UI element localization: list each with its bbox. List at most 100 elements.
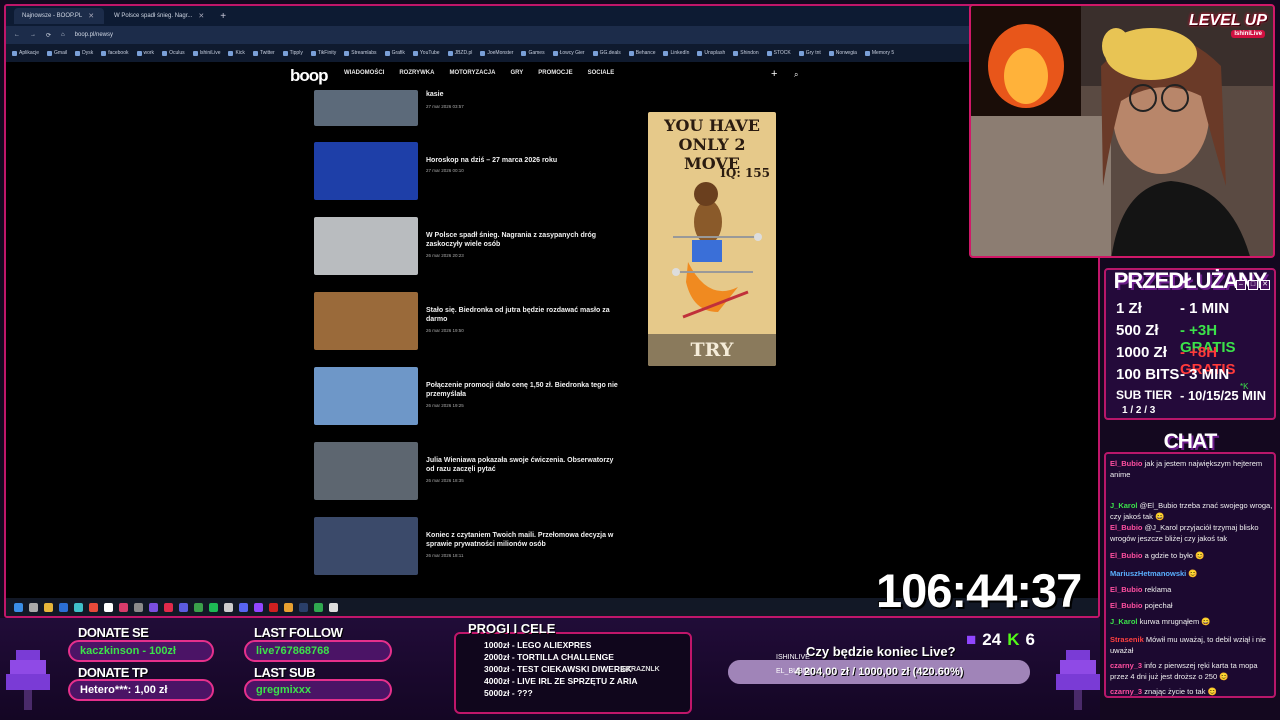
app-icon[interactable] bbox=[164, 602, 173, 612]
url-field[interactable]: boop.pl/newsy bbox=[75, 32, 113, 38]
bookmark-item[interactable]: YouTube bbox=[412, 50, 440, 56]
article-title[interactable]: kasie bbox=[426, 90, 622, 99]
folder-icon[interactable] bbox=[44, 602, 53, 612]
bookmark-item[interactable]: JBZD.pl bbox=[447, 50, 472, 56]
bookmark-item[interactable]: Gry tnt bbox=[798, 50, 821, 56]
steam-icon[interactable] bbox=[299, 602, 308, 612]
app-icon[interactable] bbox=[179, 602, 188, 612]
start-icon[interactable] bbox=[14, 602, 23, 612]
back-icon[interactable]: ← bbox=[14, 32, 20, 38]
bookmark-item[interactable]: Aplikacje bbox=[12, 50, 39, 56]
store-icon[interactable] bbox=[59, 602, 68, 612]
article-item[interactable]: Stało się. Biedronka od jutra będzie roz… bbox=[314, 292, 624, 352]
chat-username[interactable]: J_Karol bbox=[1110, 617, 1138, 626]
bookmark-item[interactable]: Behance bbox=[628, 50, 655, 56]
app-icon[interactable] bbox=[74, 602, 83, 612]
article-item[interactable]: kasie 27 mar 2026 03:57 bbox=[314, 90, 624, 150]
article-item[interactable]: Horoskop na dziś – 27 marca 2026 roku 27 … bbox=[314, 142, 624, 202]
browser-tab-2[interactable]: W Polsce spadł śnieg. Nagr... ✕ bbox=[106, 8, 212, 24]
article-item[interactable]: W Polsce spadł śnieg. Nagrania z zasypan… bbox=[314, 217, 624, 277]
chrome-icon[interactable] bbox=[284, 602, 293, 612]
article-title[interactable]: W Polsce spadł śnieg. Nagrania z zasypan… bbox=[426, 231, 622, 249]
article-title[interactable]: Horoskop na dziś – 27 marca 2026 roku bbox=[426, 156, 622, 165]
bookmark-item[interactable]: Unsplash bbox=[697, 50, 725, 56]
bookmark-item[interactable]: Dysk bbox=[75, 50, 93, 56]
article-thumbnail[interactable] bbox=[314, 517, 418, 575]
bookmark-item[interactable]: Oculus bbox=[162, 50, 185, 56]
close-icon[interactable]: ✕ bbox=[88, 12, 94, 20]
nav-item-motoryzacja[interactable]: MOTORYZACJA bbox=[449, 70, 495, 76]
chat-username[interactable]: Strasenik bbox=[1110, 635, 1144, 644]
forward-icon[interactable]: → bbox=[30, 32, 36, 38]
search-icon[interactable]: ⌕ bbox=[794, 70, 798, 80]
chat-username[interactable]: El_Bubio bbox=[1110, 601, 1143, 610]
home-icon[interactable]: ⌂ bbox=[61, 32, 65, 38]
chat-username[interactable]: MariuszHetmanowski bbox=[1110, 569, 1186, 578]
site-logo[interactable]: boop bbox=[290, 66, 329, 86]
app-icon[interactable] bbox=[269, 602, 278, 612]
search-icon[interactable] bbox=[29, 602, 38, 612]
bookmark-item[interactable]: STOCK bbox=[766, 50, 791, 56]
bookmark-item[interactable]: GG.deals bbox=[592, 50, 621, 56]
article-thumbnail[interactable] bbox=[314, 217, 418, 275]
twitch-icon[interactable] bbox=[254, 602, 263, 612]
bookmark-item[interactable]: Memory 5 bbox=[864, 50, 894, 56]
bookmark-item[interactable]: Tipply bbox=[282, 50, 303, 56]
ad-banner[interactable]: YOU HAVE ONLY 2 MOVE IQ: 155 TRY bbox=[648, 112, 776, 366]
bookmark-item[interactable]: LinkedIn bbox=[663, 50, 689, 56]
bookmark-item[interactable]: TikFinity bbox=[310, 50, 336, 56]
bookmark-item[interactable]: Streamlabs bbox=[344, 50, 377, 56]
bookmark-item[interactable]: IshiniLive bbox=[192, 50, 220, 56]
article-item[interactable]: Połączenie promocji dało cenę 1,50 zł. B… bbox=[314, 367, 624, 427]
bookmark-item[interactable]: Twitter bbox=[252, 50, 275, 56]
chat-username[interactable]: El_Bubio bbox=[1110, 551, 1143, 560]
app-icon[interactable] bbox=[134, 602, 143, 612]
app-icon[interactable] bbox=[89, 602, 98, 612]
nav-item-wiadomosci[interactable]: WIADOMOŚCI bbox=[344, 70, 384, 76]
app-icon[interactable] bbox=[314, 602, 323, 612]
app-icon[interactable] bbox=[224, 602, 233, 612]
app-icon[interactable] bbox=[104, 602, 113, 612]
nav-item-rozrywka[interactable]: ROZRYWKA bbox=[399, 70, 434, 76]
bookmark-item[interactable]: Łowcy Gier bbox=[552, 50, 585, 56]
article-thumbnail[interactable] bbox=[314, 292, 418, 350]
bookmark-item[interactable]: Kick bbox=[228, 50, 245, 56]
chat-username[interactable]: czarny_3 bbox=[1110, 687, 1142, 696]
article-thumbnail[interactable] bbox=[314, 90, 418, 126]
bookmark-item[interactable]: JoeMonster bbox=[480, 50, 513, 56]
article-title[interactable]: Koniec z czytaniem Twoich maili. Przełom… bbox=[426, 531, 622, 549]
chat-username[interactable]: El_Bubio bbox=[1110, 585, 1143, 594]
discord-icon[interactable] bbox=[239, 602, 248, 612]
chat-username[interactable]: El_Bubio bbox=[1110, 523, 1143, 532]
bookmark-item[interactable]: Games bbox=[521, 50, 545, 56]
article-title[interactable]: Julia Wieniawa pokazała swoje ćwiczenia.… bbox=[426, 456, 622, 474]
article-item[interactable]: Koniec z czytaniem Twoich maili. Przełom… bbox=[314, 517, 624, 577]
bookmark-item[interactable]: work bbox=[136, 50, 154, 56]
nav-item-gry[interactable]: GRY bbox=[510, 70, 523, 76]
ad-cta-button[interactable]: TRY bbox=[648, 334, 776, 366]
article-thumbnail[interactable] bbox=[314, 442, 418, 500]
article-thumbnail[interactable] bbox=[314, 142, 418, 200]
close-icon[interactable]: ✕ bbox=[198, 12, 204, 20]
chat-username[interactable]: czarny_3 bbox=[1110, 661, 1142, 670]
bookmark-item[interactable]: Norwegia bbox=[828, 50, 857, 56]
bookmark-item[interactable]: facebook bbox=[101, 50, 129, 56]
article-title[interactable]: Połączenie promocji dało cenę 1,50 zł. B… bbox=[426, 381, 622, 399]
article-title[interactable]: Stało się. Biedronka od jutra będzie roz… bbox=[426, 306, 622, 324]
chat-username[interactable]: J_Karol bbox=[1110, 501, 1138, 510]
article-thumbnail[interactable] bbox=[314, 367, 418, 425]
reload-icon[interactable]: ⟳ bbox=[46, 32, 51, 39]
article-item[interactable]: Julia Wieniawa pokazała swoje ćwiczenia.… bbox=[314, 442, 624, 502]
bookmark-item[interactable]: Shindon bbox=[733, 50, 759, 56]
plus-icon[interactable]: + bbox=[771, 68, 777, 80]
app-icon[interactable] bbox=[149, 602, 158, 612]
app-icon[interactable] bbox=[329, 602, 338, 612]
nav-item-sociale[interactable]: SOCIALE bbox=[588, 70, 615, 76]
app-icon[interactable] bbox=[119, 602, 128, 612]
browser-tab-1[interactable]: Najnowsze - BOOP.PL ✕ bbox=[14, 8, 104, 24]
bookmark-item[interactable]: Gmail bbox=[47, 50, 67, 56]
bookmark-item[interactable]: Grafik bbox=[384, 50, 405, 56]
new-tab-icon[interactable]: + bbox=[214, 11, 232, 22]
xbox-icon[interactable] bbox=[194, 602, 203, 612]
nav-item-promocje[interactable]: PROMOCJE bbox=[538, 70, 572, 76]
